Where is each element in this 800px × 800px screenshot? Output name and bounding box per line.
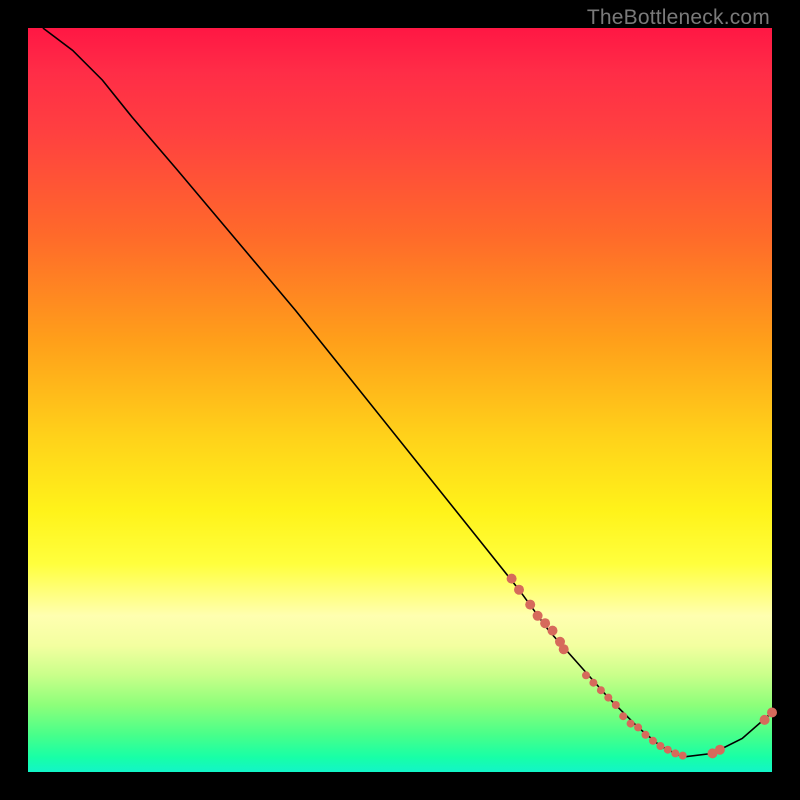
data-point xyxy=(627,720,635,728)
watermark-text: TheBottleneck.com xyxy=(587,6,770,30)
data-point xyxy=(649,737,657,745)
data-point xyxy=(671,749,679,757)
data-point xyxy=(507,574,517,584)
data-point xyxy=(559,644,569,654)
data-point xyxy=(525,600,535,610)
data-point xyxy=(619,712,627,720)
data-point xyxy=(634,723,642,731)
data-point xyxy=(597,686,605,694)
data-point xyxy=(760,715,770,725)
data-point xyxy=(540,618,550,628)
data-point xyxy=(533,611,543,621)
data-point xyxy=(767,708,777,718)
chart-frame: TheBottleneck.com xyxy=(0,0,800,800)
data-point xyxy=(642,731,650,739)
data-point xyxy=(679,752,687,760)
data-point xyxy=(656,742,664,750)
data-point xyxy=(604,694,612,702)
data-point xyxy=(582,671,590,679)
chart-svg xyxy=(28,28,772,772)
scatter-points xyxy=(507,574,777,760)
data-point xyxy=(715,745,725,755)
curve-line xyxy=(43,28,772,757)
data-point xyxy=(589,679,597,687)
data-point xyxy=(514,585,524,595)
plot-area xyxy=(28,28,772,772)
data-point xyxy=(612,701,620,709)
data-point xyxy=(664,746,672,754)
data-point xyxy=(548,626,558,636)
